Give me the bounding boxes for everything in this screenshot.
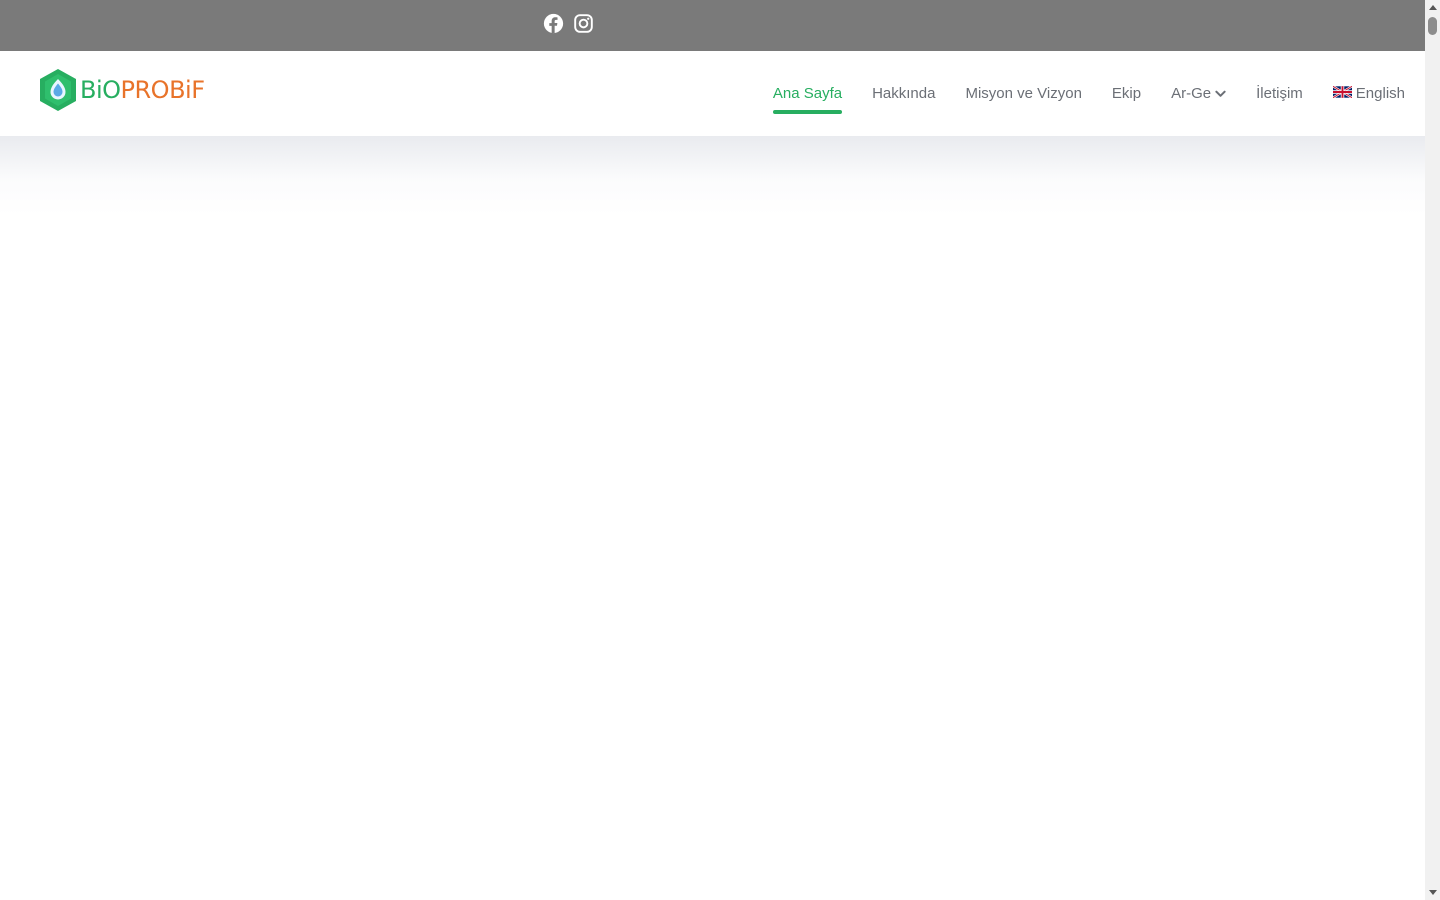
nav-item-rnd-label: Ar-Ge xyxy=(1171,85,1212,102)
site-header: BiO PROBiF Ana Sayfa Hakkında Misyon ve … xyxy=(0,51,1425,136)
site-logo[interactable]: BiO PROBiF xyxy=(38,68,205,112)
instagram-link[interactable] xyxy=(573,13,594,34)
facebook-icon xyxy=(543,13,564,34)
logo-wordmark: BiO PROBiF xyxy=(80,78,205,102)
browser-viewport: BiO PROBiF Ana Sayfa Hakkında Misyon ve … xyxy=(0,0,1425,900)
arrow-down-icon xyxy=(1428,890,1437,895)
language-switcher[interactable]: English xyxy=(1332,51,1405,136)
scroll-thumb[interactable] xyxy=(1428,17,1437,35)
nav-item-rnd[interactable]: Ar-Ge xyxy=(1171,51,1226,136)
chevron-down-icon xyxy=(1215,90,1226,98)
nav-item-team[interactable]: Ekip xyxy=(1112,51,1141,136)
social-links xyxy=(543,13,594,37)
scroll-down-button[interactable] xyxy=(1425,885,1440,900)
language-label: English xyxy=(1355,85,1405,102)
uk-flag-icon xyxy=(1332,85,1352,98)
hexagon-logo-icon xyxy=(40,69,76,111)
nav-item-contact[interactable]: İletişim xyxy=(1256,51,1303,136)
facebook-link[interactable] xyxy=(543,13,564,34)
main-nav: Ana Sayfa Hakkında Misyon ve Vizyon Ekip… xyxy=(743,51,1405,136)
page-scrollbar[interactable] xyxy=(1425,0,1440,900)
logo-text-bio: BiO xyxy=(80,76,121,104)
nav-item-mission[interactable]: Misyon ve Vizyon xyxy=(965,51,1081,136)
nav-item-home[interactable]: Ana Sayfa xyxy=(772,51,843,136)
scroll-up-button[interactable] xyxy=(1425,0,1440,15)
instagram-icon xyxy=(574,14,593,33)
top-bar xyxy=(0,0,1425,51)
header-shadow xyxy=(0,136,1425,216)
logo-text-probif: PROBiF xyxy=(120,76,205,104)
arrow-up-icon xyxy=(1428,5,1437,10)
nav-item-about[interactable]: Hakkında xyxy=(872,51,935,136)
